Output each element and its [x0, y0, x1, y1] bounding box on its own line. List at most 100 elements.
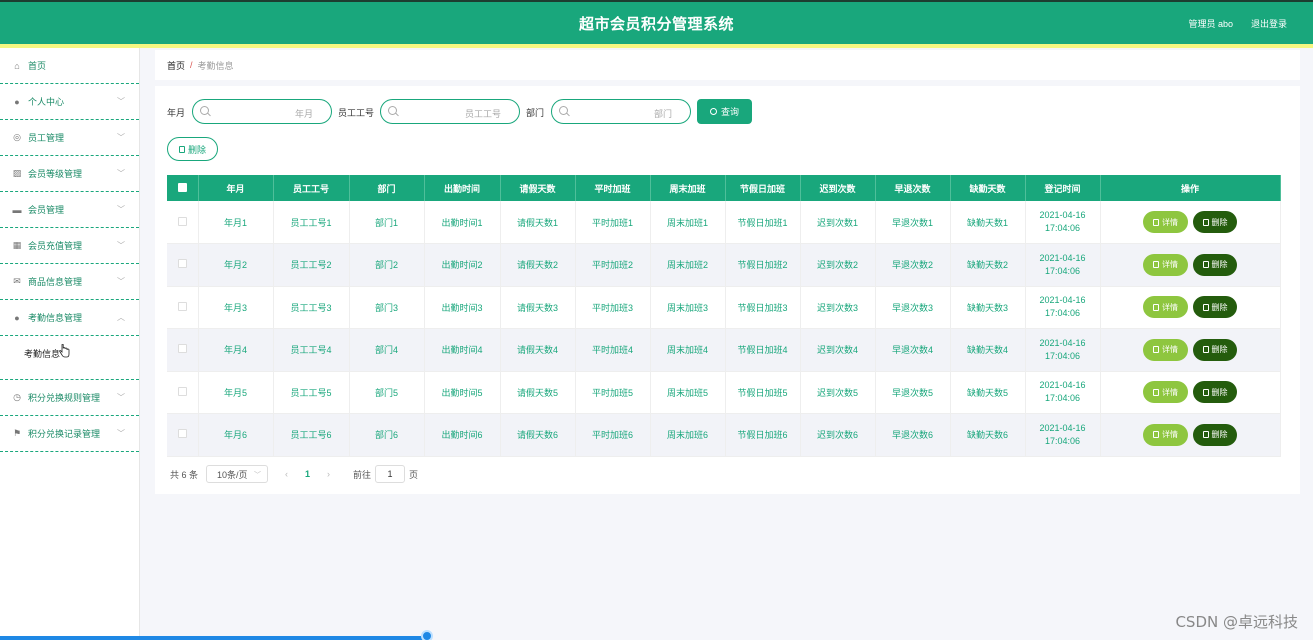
column-header: 员工工号 [273, 175, 350, 201]
row-checkbox[interactable] [167, 328, 199, 372]
logout-link[interactable]: 退出登录 [1251, 17, 1287, 30]
table-cell: 出勤时间1 [424, 201, 501, 244]
sidebar-item-label: 会员充值管理 [28, 241, 83, 251]
row-actions: 详情 删除 [1100, 201, 1281, 244]
detail-button[interactable]: 详情 [1143, 423, 1188, 446]
user-icon: ● [14, 96, 20, 107]
app-title: 超市会员积分管理系统 [578, 16, 734, 33]
sidebar-item-2[interactable]: ⚑ 积分兑换记录管理 ﹀ [0, 416, 139, 452]
table-cell: 请假天数6 [500, 413, 576, 457]
delete-label: 删除 [1211, 430, 1228, 440]
table-cell: 周末加班2 [650, 243, 726, 287]
delete-button[interactable]: 删除 [1193, 381, 1237, 404]
table-cell: 请假天数4 [500, 328, 576, 372]
column-header: 出勤时间 [424, 175, 501, 201]
sidebar-subitem-attendance[interactable]: 考勤信息 [24, 347, 60, 360]
table-cell: 平时加班6 [575, 413, 651, 457]
detail-button[interactable]: 详情 [1143, 338, 1188, 361]
delete-button[interactable]: 删除 [1193, 253, 1237, 276]
table-row: 年月5 员工工号5 部门5 出勤时间5 请假天数5 平时加班5 周末加班5 节假日加班5 迟到次… [167, 371, 1281, 414]
column-header: 请假天数 [500, 175, 576, 201]
progress-knob[interactable] [421, 630, 433, 640]
row-checkbox[interactable] [167, 286, 199, 329]
search-icon [200, 106, 209, 115]
sidebar-item-4[interactable]: ▨ 会员等级管理 ﹀ [0, 156, 139, 192]
row-checkbox[interactable] [167, 243, 199, 287]
table-cell: 部门1 [349, 201, 425, 244]
table-cell: 2021-04-16 17:04:06 [1025, 201, 1101, 244]
detail-label: 详情 [1162, 217, 1178, 227]
table-cell: 平时加班2 [575, 243, 651, 287]
watermark: CSDN @卓远科技 [1175, 613, 1298, 631]
table-cell: 早退次数6 [875, 413, 951, 457]
sidebar: ⌂ 首页 ● 个人中心 ﹀ ◎ 员工管理 ﹀ ▨ 会员等级管理 ﹀ ▬ 会员管理 ﹀ ▦ 会员充值管理 ﹀ ✉ 商品… [0, 48, 140, 640]
table-cell: 缺勤天数6 [950, 413, 1026, 457]
detail-label: 详情 [1162, 430, 1178, 440]
delete-button[interactable]: 删除 [1193, 338, 1237, 361]
batch-delete-button[interactable]: 删除 [167, 137, 218, 161]
query-button[interactable]: 查询 [697, 99, 752, 124]
department-input[interactable]: 部门 [551, 99, 691, 124]
delete-button[interactable]: 删除 [1193, 423, 1237, 446]
sidebar-item-5[interactable]: ▬ 会员管理 ﹀ [0, 192, 139, 228]
sidebar-item-7[interactable]: ✉ 商品信息管理 ﹀ [0, 264, 139, 300]
table-cell: 年月1 [198, 201, 274, 244]
sidebar-item-3[interactable]: ◎ 员工管理 ﹀ [0, 120, 139, 156]
table-cell: 平时加班5 [575, 371, 651, 414]
sidebar-item-8[interactable]: ● 考勤信息管理 ︿ [0, 300, 139, 336]
chevron-down-icon: ﹀ [117, 97, 125, 106]
table-cell: 2021-04-16 17:04:06 [1025, 243, 1101, 287]
table-cell: 迟到次数1 [800, 201, 876, 244]
row-checkbox[interactable] [167, 371, 199, 414]
employee-id-placeholder: 员工工号 [464, 109, 501, 119]
table-cell: 员工工号1 [273, 201, 350, 244]
chevron-down-icon: ﹀ [117, 241, 125, 250]
breadcrumb-current: 考勤信息 [197, 60, 234, 71]
delete-button[interactable]: 删除 [1193, 211, 1237, 233]
breadcrumb-home[interactable]: 首页 [167, 59, 185, 72]
prev-page-icon[interactable]: ‹ [285, 469, 288, 479]
detail-button[interactable]: 详情 [1143, 296, 1188, 319]
detail-button[interactable]: 详情 [1143, 211, 1188, 233]
main-panel: 年月 年月 员工工号 员工工号 部门 部门 查询 删除 年月 员工工号 部门 出… [155, 86, 1300, 494]
detail-button[interactable]: 详情 [1143, 253, 1188, 276]
table-cell: 周末加班1 [650, 201, 726, 244]
row-checkbox[interactable] [167, 201, 199, 244]
page-size-select[interactable]: 10条/页 ﹀ [206, 465, 269, 483]
table-cell: 年月2 [198, 243, 274, 287]
progress-bar [0, 636, 428, 640]
chevron-down-icon: ﹀ [117, 277, 125, 286]
table-cell: 周末加班5 [650, 371, 726, 414]
trash-icon [1202, 388, 1209, 396]
batch-delete-label: 删除 [187, 144, 206, 155]
sidebar-item-1[interactable]: ⌂ 首页 [0, 48, 139, 84]
table-row: 年月3 员工工号3 部门3 出勤时间3 请假天数3 平时加班3 周末加班3 节假日加班3 迟到次… [167, 286, 1281, 329]
goto-page-input[interactable]: 1 [375, 465, 406, 483]
table-cell: 员工工号6 [273, 413, 350, 457]
page-number[interactable]: 1 [305, 469, 310, 479]
table-cell: 缺勤天数3 [950, 286, 1026, 329]
sidebar-item-1[interactable]: ◷ 积分兑换规则管理 ﹀ [0, 380, 139, 416]
trash-icon [178, 145, 185, 153]
year-month-input[interactable]: 年月 [192, 99, 332, 124]
table-cell: 节假日加班1 [725, 201, 801, 244]
year-month-label: 年月 [167, 108, 186, 118]
employee-id-input[interactable]: 员工工号 [380, 99, 520, 124]
table-cell: 周末加班4 [650, 328, 726, 372]
chevron-down-icon: ﹀ [117, 169, 125, 178]
row-checkbox[interactable] [167, 413, 199, 457]
detail-icon [1153, 431, 1159, 439]
table-cell: 2021-04-16 17:04:06 [1025, 328, 1101, 372]
select-all-checkbox[interactable] [167, 175, 199, 201]
next-page-icon[interactable]: › [327, 469, 330, 479]
sidebar-item-2[interactable]: ● 个人中心 ﹀ [0, 84, 139, 120]
table-cell: 出勤时间2 [424, 243, 501, 287]
clock-icon: ◷ [13, 392, 21, 402]
table-cell: 部门4 [349, 328, 425, 372]
table-cell: 请假天数2 [500, 243, 576, 287]
sidebar-item-6[interactable]: ▦ 会员充值管理 ﹀ [0, 228, 139, 264]
table-row: 年月4 员工工号4 部门4 出勤时间4 请假天数4 平时加班4 周末加班4 节假日加班4 迟到次… [167, 328, 1281, 372]
detail-button[interactable]: 详情 [1143, 381, 1188, 404]
delete-button[interactable]: 删除 [1193, 296, 1237, 319]
header-accent-bar [0, 44, 1313, 48]
